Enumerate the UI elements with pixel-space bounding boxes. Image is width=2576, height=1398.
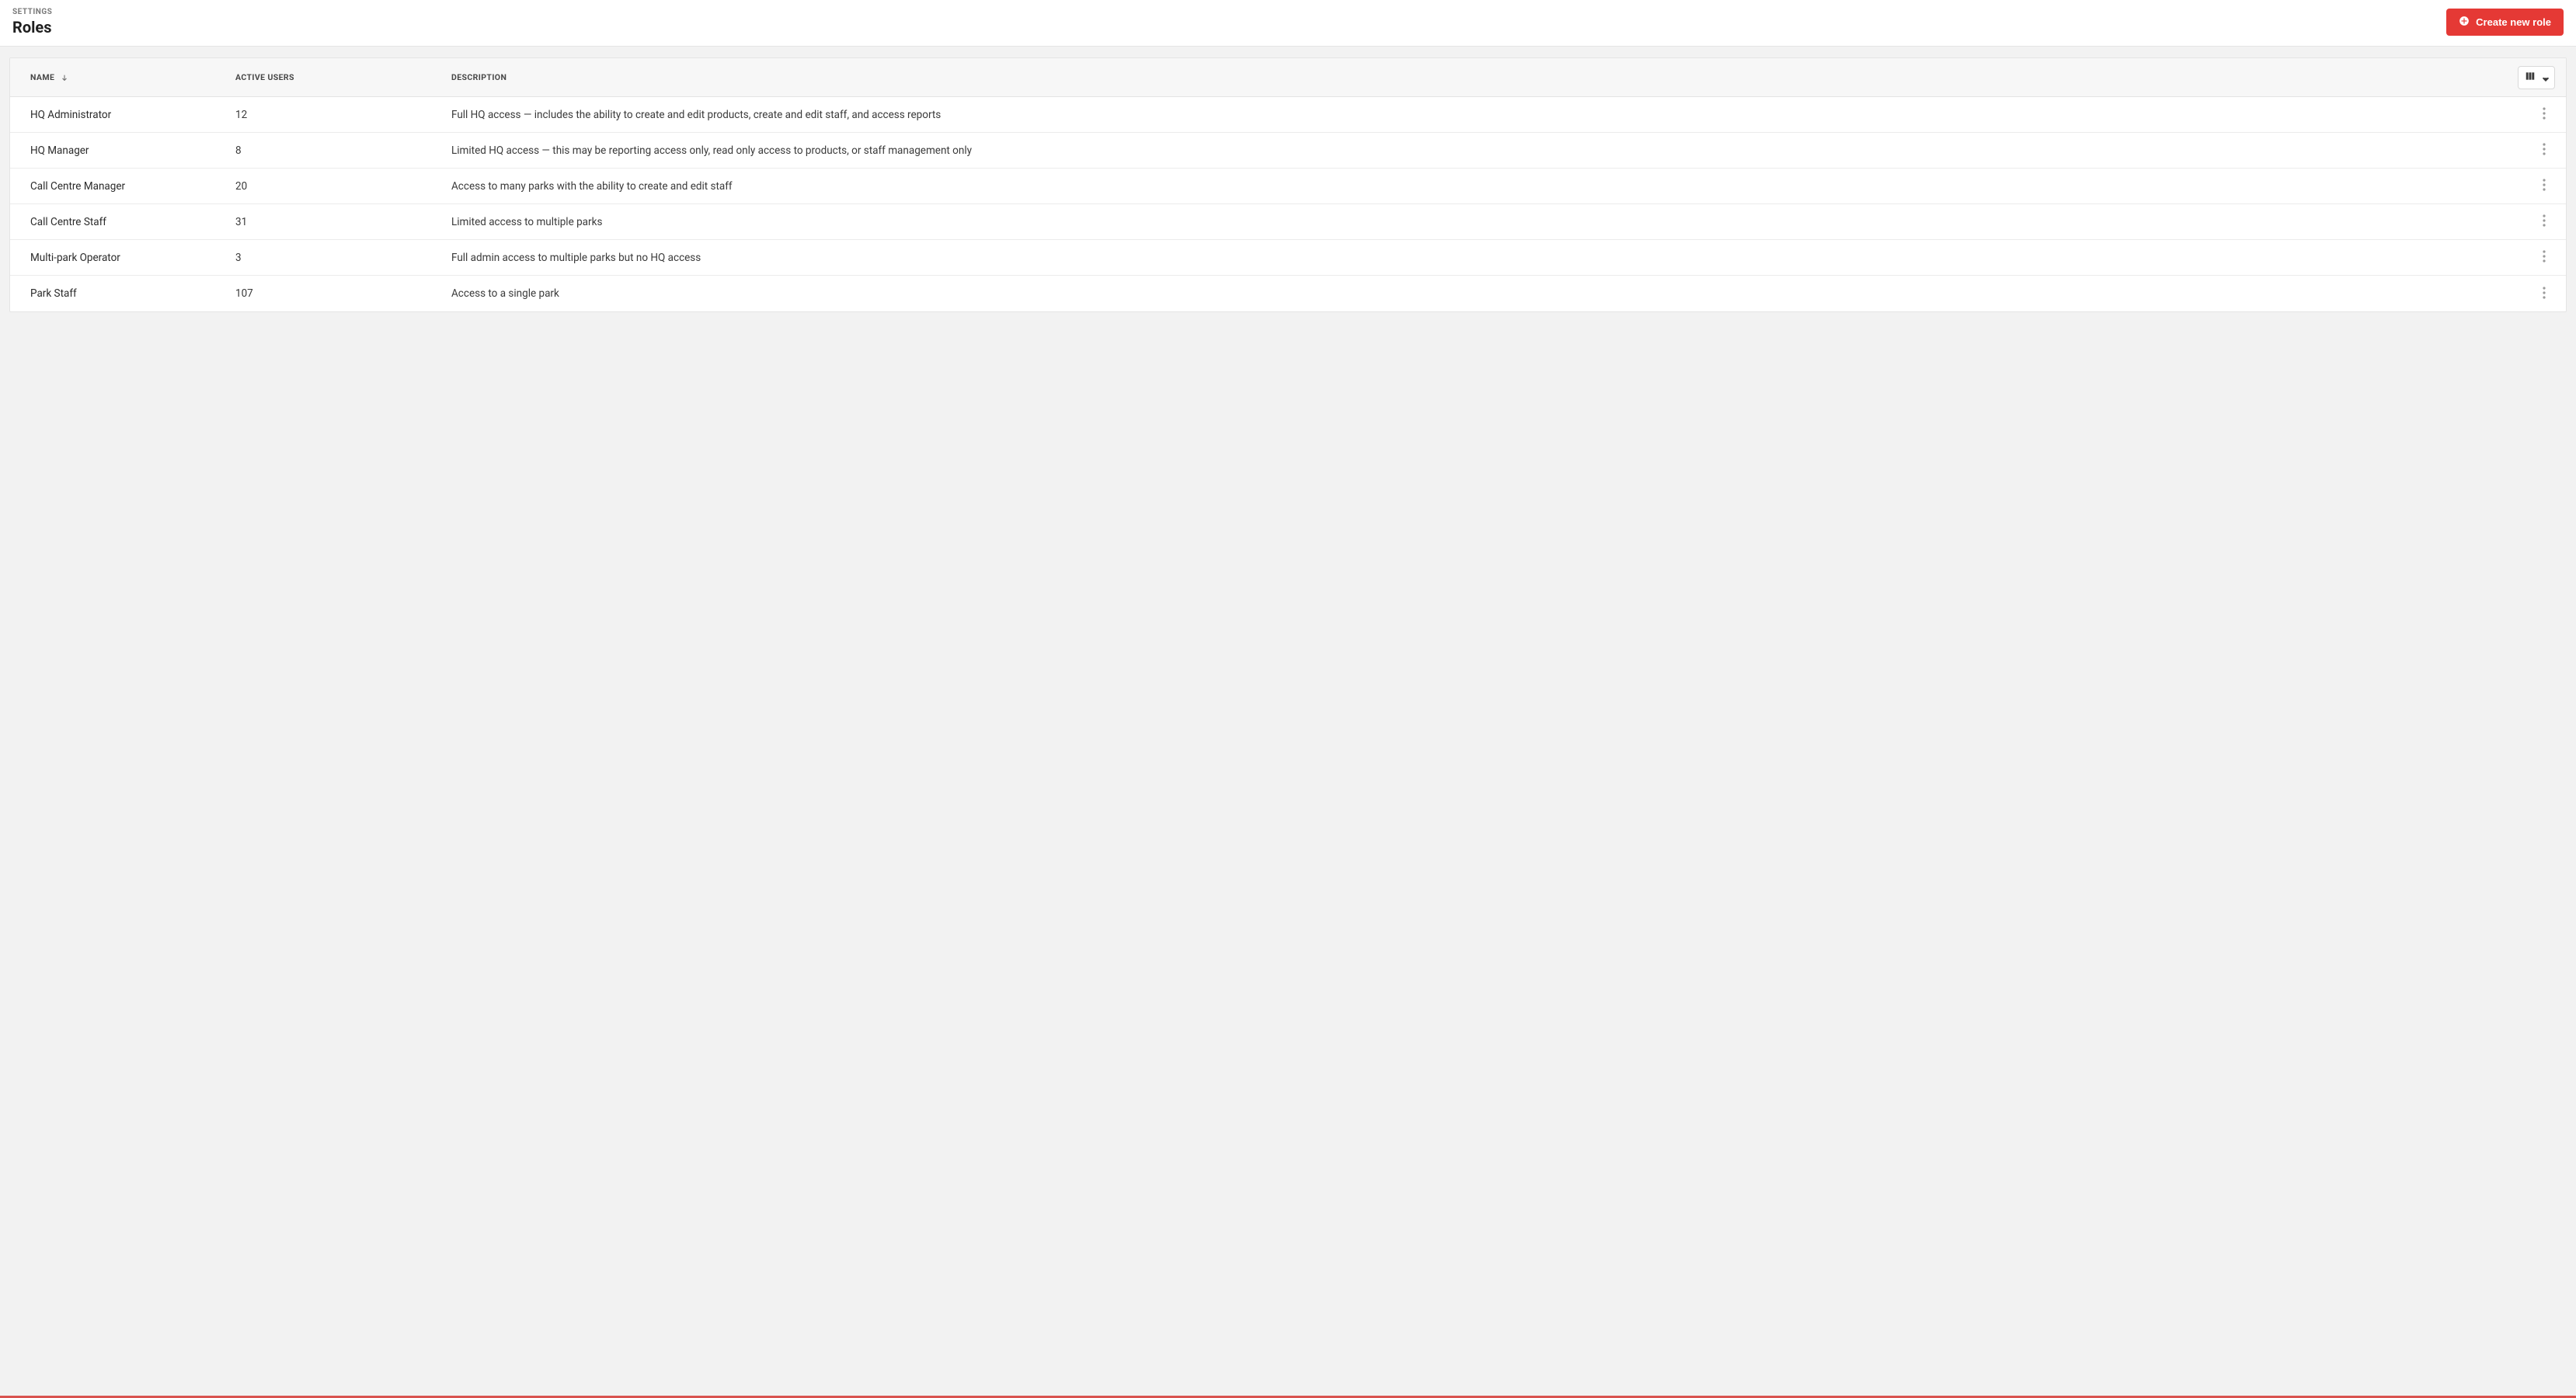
plus-circle-icon	[2459, 16, 2470, 29]
chevron-down-icon	[2540, 74, 2548, 82]
content-area: NAME ACTIVE USERS DESCRIPTION	[0, 47, 2576, 1396]
cell-name: Park Staff	[21, 287, 235, 300]
cell-name: Multi-park Operator	[21, 252, 235, 264]
create-role-button[interactable]: Create new role	[2446, 9, 2564, 36]
table-row[interactable]: Call Centre Manager 20 Access to many pa…	[10, 169, 2566, 204]
more-vertical-icon	[2543, 143, 2546, 158]
cell-active-users: 3	[235, 252, 451, 264]
page-root: SETTINGS Roles Create new role NAME ACTI…	[0, 0, 2576, 1398]
cell-description: Access to a single park	[451, 287, 2508, 300]
cell-active-users: 12	[235, 109, 451, 121]
roles-table: NAME ACTIVE USERS DESCRIPTION	[9, 57, 2567, 312]
row-actions-button[interactable]	[2533, 283, 2555, 304]
header-title-block: SETTINGS Roles	[12, 8, 52, 37]
column-header-name-label: NAME	[30, 72, 54, 82]
row-actions-button[interactable]	[2533, 247, 2555, 269]
row-actions-button[interactable]	[2533, 104, 2555, 126]
table-header-row: NAME ACTIVE USERS DESCRIPTION	[10, 58, 2566, 97]
page-title: Roles	[12, 18, 52, 37]
table-row[interactable]: HQ Administrator 12 Full HQ access — inc…	[10, 97, 2566, 133]
more-vertical-icon	[2543, 107, 2546, 122]
column-header-description-label: DESCRIPTION	[451, 72, 506, 82]
cell-active-users: 20	[235, 180, 451, 193]
row-actions-button[interactable]	[2533, 176, 2555, 197]
column-header-actions	[2508, 66, 2555, 89]
more-vertical-icon	[2543, 214, 2546, 229]
cell-active-users: 8	[235, 144, 451, 157]
page-header: SETTINGS Roles Create new role	[0, 0, 2576, 47]
column-header-active-users-label: ACTIVE USERS	[235, 72, 294, 82]
breadcrumb: SETTINGS	[12, 8, 52, 16]
cell-description: Access to many parks with the ability to…	[451, 180, 2508, 193]
table-body: HQ Administrator 12 Full HQ access — inc…	[10, 97, 2566, 311]
columns-icon	[2525, 71, 2536, 84]
table-row[interactable]: HQ Manager 8 Limited HQ access — this ma…	[10, 133, 2566, 169]
more-vertical-icon	[2543, 287, 2546, 301]
table-row[interactable]: Multi-park Operator 3 Full admin access …	[10, 240, 2566, 276]
table-row[interactable]: Call Centre Staff 31 Limited access to m…	[10, 204, 2566, 240]
cell-active-users: 107	[235, 287, 451, 300]
column-header-active-users[interactable]: ACTIVE USERS	[235, 72, 451, 82]
column-settings-button[interactable]	[2518, 66, 2555, 89]
cell-name: Call Centre Staff	[21, 216, 235, 228]
cell-active-users: 31	[235, 216, 451, 228]
column-header-description[interactable]: DESCRIPTION	[451, 72, 2508, 82]
cell-description: Limited access to multiple parks	[451, 216, 2508, 228]
more-vertical-icon	[2543, 250, 2546, 265]
create-role-button-label: Create new role	[2476, 16, 2551, 28]
row-actions-button[interactable]	[2533, 211, 2555, 233]
cell-description: Full admin access to multiple parks but …	[451, 252, 2508, 264]
cell-name: Call Centre Manager	[21, 180, 235, 193]
cell-name: HQ Administrator	[21, 109, 235, 121]
table-row[interactable]: Park Staff 107 Access to a single park	[10, 276, 2566, 311]
column-header-name[interactable]: NAME	[21, 72, 235, 82]
cell-description: Limited HQ access — this may be reportin…	[451, 144, 2508, 157]
row-actions-button[interactable]	[2533, 140, 2555, 162]
cell-name: HQ Manager	[21, 144, 235, 157]
more-vertical-icon	[2543, 179, 2546, 193]
cell-description: Full HQ access — includes the ability to…	[451, 109, 2508, 121]
sort-arrow-down-icon	[61, 74, 68, 82]
